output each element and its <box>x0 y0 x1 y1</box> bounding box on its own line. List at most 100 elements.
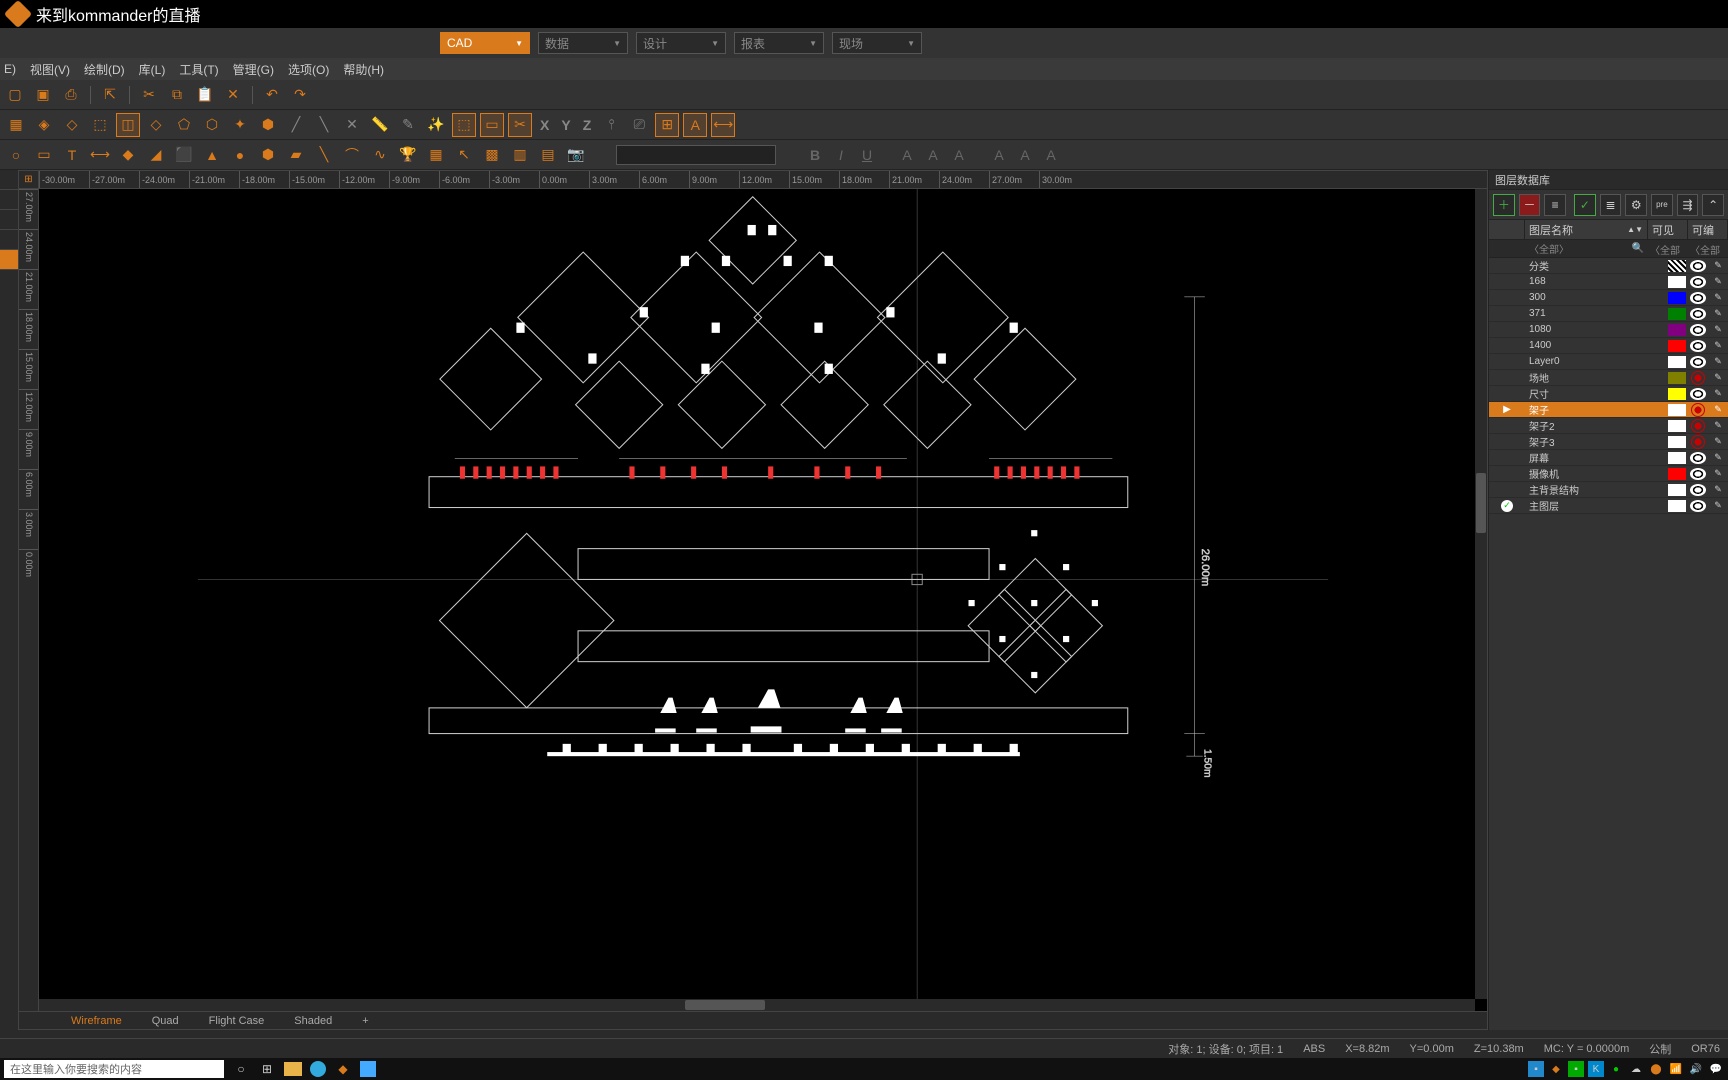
align-icon[interactable]: ⫯ <box>599 113 623 137</box>
menu-library[interactable]: 库(L) <box>139 61 166 78</box>
shape5-icon[interactable]: ⬢ <box>256 113 280 137</box>
layer-row[interactable]: 分类✎ <box>1489 258 1728 274</box>
layer-color-swatch[interactable] <box>1668 388 1686 400</box>
tray-icon[interactable]: ☁ <box>1628 1061 1644 1077</box>
menu-help[interactable]: 帮助(H) <box>343 61 384 78</box>
mode-tab-report[interactable]: 报表▼ <box>734 32 824 54</box>
shape4-icon[interactable]: ✦ <box>228 113 252 137</box>
font-a5-button[interactable]: A <box>1014 144 1036 166</box>
trophy-icon[interactable]: 🏆 <box>396 143 420 167</box>
menu-options[interactable]: 选项(O) <box>288 61 329 78</box>
browser-icon[interactable] <box>310 1061 326 1077</box>
bold-button[interactable]: B <box>804 144 826 166</box>
cube-icon[interactable]: ◈ <box>32 113 56 137</box>
eye-icon[interactable] <box>1688 260 1708 272</box>
mode-tab-data[interactable]: 数据▼ <box>538 32 628 54</box>
tray-wifi-icon[interactable]: 📶 <box>1668 1061 1684 1077</box>
mode-tab-live[interactable]: 现场▼ <box>832 32 922 54</box>
layer-color-swatch[interactable] <box>1668 292 1686 304</box>
cube2-icon[interactable]: ◇ <box>60 113 84 137</box>
menu-view[interactable]: 视图(V) <box>30 61 70 78</box>
dim-icon[interactable]: ⟷ <box>711 113 735 137</box>
eye-icon[interactable] <box>1688 292 1708 304</box>
os-search-input[interactable]: 在这里输入你要搜索的内容 <box>4 1060 224 1078</box>
eye-icon[interactable] <box>1688 388 1708 400</box>
curve-icon[interactable]: ∿ <box>368 143 392 167</box>
pre-icon[interactable]: pre <box>1651 194 1673 216</box>
scrollbar-horizontal[interactable] <box>39 999 1475 1011</box>
tab-flightcase[interactable]: Flight Case <box>197 1015 277 1027</box>
layer-row[interactable]: 场地✎ <box>1489 370 1728 386</box>
grid-icon[interactable]: ⊞ <box>655 113 679 137</box>
cube3-icon[interactable]: ⬚ <box>88 113 112 137</box>
eye-icon[interactable] <box>1688 452 1708 464</box>
eye-icon[interactable] <box>1688 276 1708 288</box>
check-icon[interactable]: ✓ <box>1574 194 1596 216</box>
tab-shaded[interactable]: Shaded <box>282 1015 344 1027</box>
text-icon[interactable]: T <box>60 143 84 167</box>
book-icon[interactable]: ▰ <box>284 143 308 167</box>
eye-icon[interactable] <box>1688 308 1708 320</box>
layer-color-swatch[interactable] <box>1668 500 1686 512</box>
cyl-icon[interactable]: ⬛ <box>172 143 196 167</box>
scrollbar-vertical[interactable] <box>1475 189 1487 999</box>
col-name[interactable]: 图层名称▲▼ <box>1525 220 1648 239</box>
tab-add[interactable]: + <box>350 1015 380 1027</box>
layer-color-swatch[interactable] <box>1668 372 1686 384</box>
undo-icon[interactable]: ↶ <box>261 84 283 106</box>
pencil-icon[interactable]: ✎ <box>396 113 420 137</box>
circle-icon[interactable]: ○ <box>4 143 28 167</box>
sel3-icon[interactable]: ✂ <box>508 113 532 137</box>
eye-icon[interactable] <box>1688 468 1708 480</box>
shape3-icon[interactable]: ⬡ <box>200 113 224 137</box>
sel2-icon[interactable]: ▭ <box>480 113 504 137</box>
font-a6-button[interactable]: A <box>1040 144 1062 166</box>
poly-icon[interactable]: ◆ <box>116 143 140 167</box>
strip-cell[interactable] <box>0 190 18 210</box>
new-icon[interactable]: ▢ <box>4 84 26 106</box>
edit-icon[interactable]: ✎ <box>1708 340 1728 351</box>
axis-y[interactable]: Y <box>557 117 574 133</box>
underline-button[interactable]: U <box>856 144 878 166</box>
cam-icon[interactable]: 📷 <box>564 143 588 167</box>
layer-row[interactable]: 尺寸✎ <box>1489 386 1728 402</box>
edit-icon[interactable]: ✎ <box>1708 452 1728 463</box>
menu-manage[interactable]: 管理(G) <box>233 61 274 78</box>
copy-icon[interactable]: ⧉ <box>166 84 188 106</box>
canvas[interactable]: ⊞ -30.00m-27.00m-24.00m-21.00m-18.00m-15… <box>18 170 1488 1030</box>
layer-color-swatch[interactable] <box>1668 308 1686 320</box>
tray-notif-icon[interactable]: 💬 <box>1708 1061 1724 1077</box>
collapse-icon[interactable]: ⌃ <box>1702 194 1724 216</box>
cut-icon[interactable]: ✂ <box>138 84 160 106</box>
wand-icon[interactable]: ✨ <box>424 113 448 137</box>
menu-draw[interactable]: 绘制(D) <box>84 61 125 78</box>
edit-icon[interactable]: ✎ <box>1708 292 1728 303</box>
tree-icon[interactable]: ⇶ <box>1677 194 1699 216</box>
filter-name[interactable]: 〈全部〉🔍 <box>1525 240 1648 257</box>
edit-icon[interactable]: ✎ <box>1708 308 1728 319</box>
layer-color-swatch[interactable] <box>1668 356 1686 368</box>
filter-visible[interactable]: 〈全部 <box>1648 240 1688 257</box>
layer-color-swatch[interactable] <box>1668 468 1686 480</box>
lock-icon[interactable]: ⎚ <box>627 113 651 137</box>
eye-icon[interactable] <box>1688 356 1708 368</box>
sel1-icon[interactable]: ⬚ <box>452 113 476 137</box>
axis-z[interactable]: Z <box>579 117 596 133</box>
app1-icon[interactable]: ◆ <box>334 1060 352 1078</box>
redo-icon[interactable]: ↷ <box>289 84 311 106</box>
strip-cell[interactable] <box>0 230 18 250</box>
drawing-viewport[interactable]: 26.00m 1.50m <box>39 189 1487 1011</box>
tray-icon[interactable]: ◆ <box>1548 1061 1564 1077</box>
edit-icon[interactable]: ✎ <box>1708 372 1728 383</box>
filter-editable[interactable]: 〈全部 <box>1688 240 1728 257</box>
add-layer-icon[interactable]: ＋ <box>1493 194 1515 216</box>
edit-icon[interactable]: ✎ <box>1708 436 1728 447</box>
tab-wireframe[interactable]: Wireframe <box>59 1015 134 1027</box>
no-eye-icon[interactable] <box>1688 403 1708 417</box>
strip-cell-active[interactable] <box>0 250 18 270</box>
layer-row[interactable]: 300✎ <box>1489 290 1728 306</box>
mode-tab-design[interactable]: 设计▼ <box>636 32 726 54</box>
shape2-icon[interactable]: ⬠ <box>172 113 196 137</box>
rect-icon[interactable]: ▭ <box>32 143 56 167</box>
export-icon[interactable]: ⇱ <box>99 84 121 106</box>
